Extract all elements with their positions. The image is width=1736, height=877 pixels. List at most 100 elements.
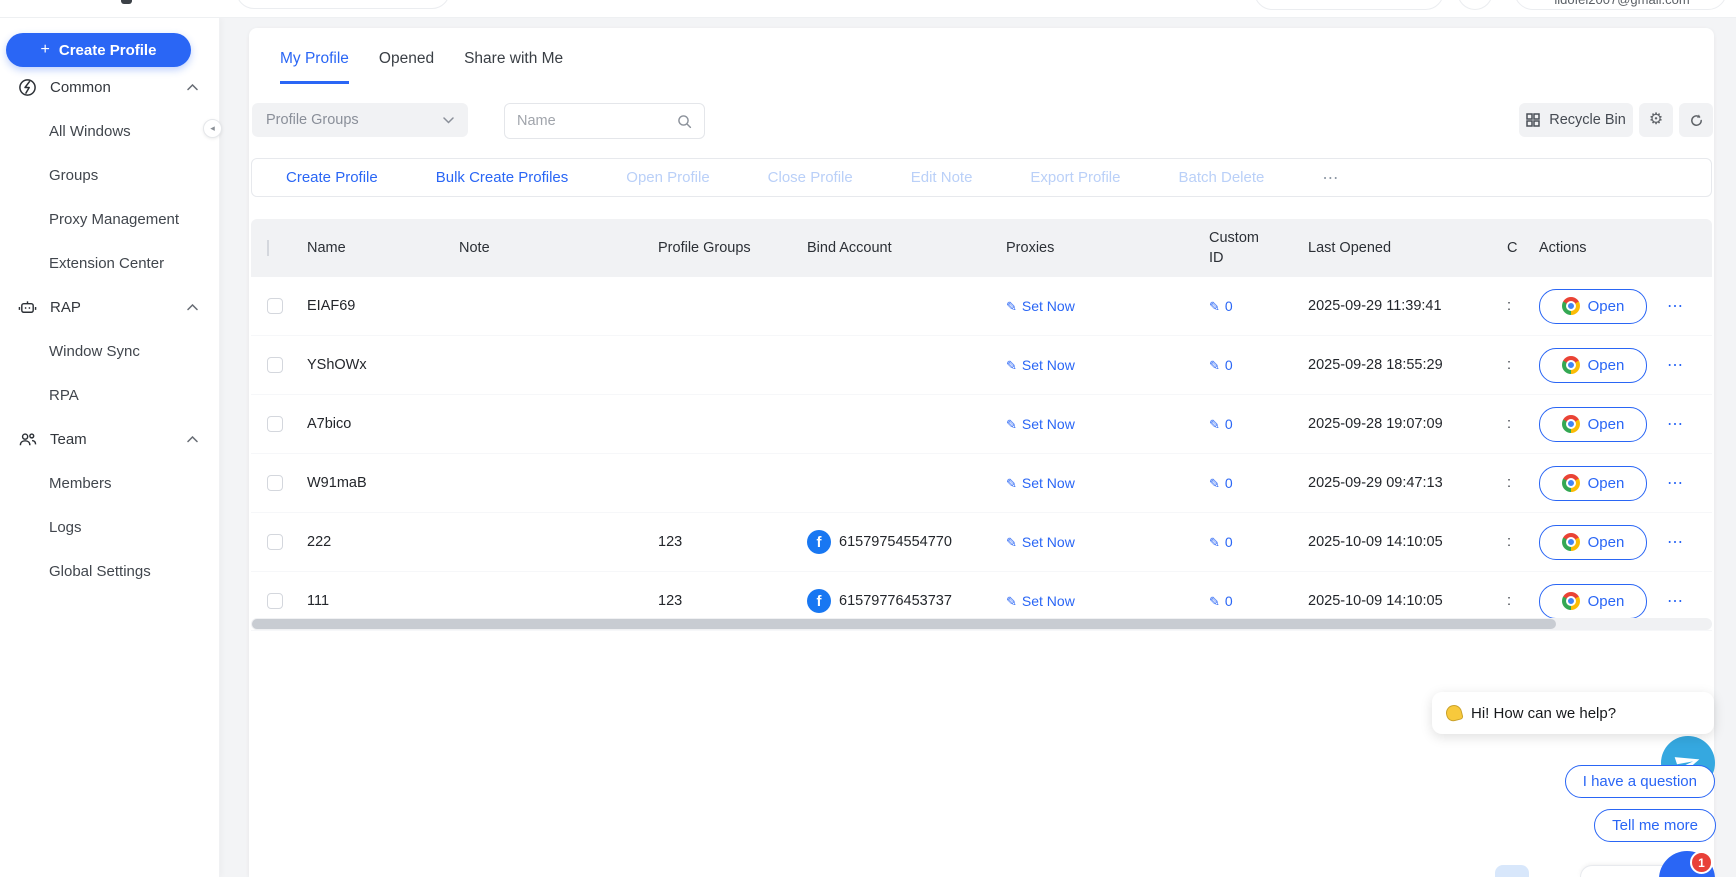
row-more-button[interactable]: ⋯ <box>1667 473 1684 493</box>
edit-custom-id-link[interactable]: ✎0 <box>1209 475 1233 491</box>
settings-button[interactable]: ⚙ <box>1639 103 1673 137</box>
created-time-cell: : <box>1499 593 1531 609</box>
actions-cell: Open ⋯ <box>1531 348 1712 383</box>
sidebar-item-label: RPA <box>49 387 79 404</box>
bulk-action-close-profile[interactable]: Close Profile <box>768 169 853 186</box>
chevron-up-icon <box>187 436 198 443</box>
set-proxy-link[interactable]: ✎Set Now <box>1006 298 1075 314</box>
row-checkbox[interactable] <box>267 534 283 550</box>
open-button-label: Open <box>1588 475 1625 492</box>
chrome-icon <box>1562 533 1580 551</box>
bulk-action-edit-note[interactable]: Edit Note <box>911 169 973 186</box>
search-icon[interactable] <box>677 114 692 129</box>
chevron-down-icon <box>443 117 454 124</box>
row-checkbox[interactable] <box>267 357 283 373</box>
actions-cell: Open ⋯ <box>1531 466 1712 501</box>
set-proxy-link[interactable]: ✎Set Now <box>1006 357 1075 373</box>
recycle-bin-button[interactable]: Recycle Bin <box>1519 103 1633 137</box>
row-checkbox[interactable] <box>267 416 283 432</box>
sidebar-item-groups[interactable]: Groups <box>0 153 220 197</box>
bulk-action-bulk-create-profiles[interactable]: Bulk Create Profiles <box>436 169 569 186</box>
refresh-button[interactable] <box>1679 103 1713 137</box>
tab-share-with-me[interactable]: Share with Me <box>464 50 563 84</box>
last-opened-cell: 2025-09-29 09:47:13 <box>1300 475 1499 491</box>
column-header-actions: Actions <box>1531 240 1712 256</box>
open-profile-button[interactable]: Open <box>1539 525 1647 560</box>
sidebar-item-proxy-management[interactable]: Proxy Management <box>0 197 220 241</box>
tab-my-profile[interactable]: My Profile <box>280 50 349 84</box>
sidebar-item-rpa[interactable]: RPA <box>0 373 220 417</box>
set-proxy-link[interactable]: ✎Set Now <box>1006 534 1075 550</box>
sidebar-item-window-sync[interactable]: Window Sync <box>0 329 220 373</box>
bulk-action-open-profile[interactable]: Open Profile <box>626 169 709 186</box>
row-more-button[interactable]: ⋯ <box>1667 355 1684 375</box>
sidebar-section-rap[interactable]: RAP <box>0 285 220 329</box>
chat-greeting-text: Hi! How can we help? <box>1471 705 1616 722</box>
chat-option-tellmemore[interactable]: Tell me more <box>1594 809 1716 842</box>
proxies-cell: ✎Set Now <box>998 357 1201 373</box>
table-header: NameNoteProfile GroupsBind AccountProxie… <box>251 219 1712 277</box>
custom-id-value: 0 <box>1225 534 1233 550</box>
sidebar-collapse-button[interactable]: ◂ <box>203 119 222 138</box>
column-header-name: Name <box>299 240 451 256</box>
chrome-icon <box>1562 592 1580 610</box>
row-checkbox[interactable] <box>267 593 283 609</box>
row-more-button[interactable]: ⋯ <box>1667 414 1684 434</box>
horizontal-scrollbar-track[interactable] <box>251 618 1712 630</box>
open-profile-button[interactable]: Open <box>1539 407 1647 442</box>
sidebar-item-label: Window Sync <box>49 343 140 360</box>
last-opened-cell: 2025-09-28 19:07:09 <box>1300 416 1499 432</box>
profile-group-cell: 123 <box>650 534 799 550</box>
row-more-button[interactable]: ⋯ <box>1667 532 1684 552</box>
row-more-button[interactable]: ⋯ <box>1667 591 1684 611</box>
edit-custom-id-link[interactable]: ✎0 <box>1209 416 1233 432</box>
sidebar-item-members[interactable]: Members <box>0 461 220 505</box>
set-proxy-link[interactable]: ✎Set Now <box>1006 475 1075 491</box>
open-profile-button[interactable]: Open <box>1539 348 1647 383</box>
custom-id-cell: ✎0 <box>1201 357 1300 373</box>
sidebar-item-global-settings[interactable]: Global Settings <box>0 549 220 593</box>
row-checkbox[interactable] <box>267 298 283 314</box>
sidebar-item-logs[interactable]: Logs <box>0 505 220 549</box>
set-proxy-label: Set Now <box>1022 357 1075 373</box>
bulk-action-create-profile[interactable]: Create Profile <box>286 169 378 186</box>
open-profile-button[interactable]: Open <box>1539 289 1647 324</box>
row-more-button[interactable]: ⋯ <box>1667 296 1684 316</box>
sidebar-section-team[interactable]: Team <box>0 417 220 461</box>
name-search-input[interactable] <box>517 113 677 129</box>
edit-custom-id-link[interactable]: ✎0 <box>1209 298 1233 314</box>
global-search-input[interactable] <box>236 0 450 9</box>
bulk-more-button[interactable]: ⋯ <box>1322 168 1340 188</box>
table-body: EIAF69✎Set Now✎02025-09-29 11:39:41:Open… <box>251 277 1712 631</box>
topbar-pill-button[interactable] <box>1254 0 1444 10</box>
open-profile-button[interactable]: Open <box>1539 584 1647 619</box>
create-profile-button[interactable]: + Create Profile <box>6 33 191 67</box>
bulk-action-batch-delete[interactable]: Batch Delete <box>1178 169 1264 186</box>
open-profile-button[interactable]: Open <box>1539 466 1647 501</box>
table-toolbar: Recycle Bin ⚙ <box>1519 103 1713 137</box>
chat-option-question[interactable]: I have a question <box>1565 765 1715 798</box>
select-all-checkbox[interactable] <box>267 240 269 256</box>
sidebar-section-common[interactable]: Common <box>0 65 220 109</box>
set-proxy-link[interactable]: ✎Set Now <box>1006 416 1075 432</box>
row-checkbox-cell <box>251 298 299 314</box>
custom-id-cell: ✎0 <box>1201 534 1300 550</box>
bulk-action-export-profile[interactable]: Export Profile <box>1030 169 1120 186</box>
set-proxy-link[interactable]: ✎Set Now <box>1006 593 1075 609</box>
sidebar-item-all-windows[interactable]: All Windows <box>0 109 220 153</box>
sidebar-item-label: Groups <box>49 167 98 184</box>
edit-custom-id-link[interactable]: ✎0 <box>1209 593 1233 609</box>
last-opened-cell: 2025-09-29 11:39:41 <box>1300 298 1499 314</box>
profile-groups-select[interactable]: Profile Groups <box>252 103 468 137</box>
actions-cell: Open ⋯ <box>1531 407 1712 442</box>
sidebar-item-extension-center[interactable]: Extension Center <box>0 241 220 285</box>
edit-custom-id-link[interactable]: ✎0 <box>1209 357 1233 373</box>
chat-minimized-bubble[interactable] <box>1495 865 1529 877</box>
row-checkbox[interactable] <box>267 475 283 491</box>
horizontal-scrollbar-thumb[interactable] <box>252 619 1556 629</box>
tab-opened[interactable]: Opened <box>379 50 434 84</box>
column-header-proxies: Proxies <box>998 240 1201 256</box>
profile-name: 111 <box>307 593 329 609</box>
topbar-round-button[interactable] <box>1457 0 1493 10</box>
edit-custom-id-link[interactable]: ✎0 <box>1209 534 1233 550</box>
